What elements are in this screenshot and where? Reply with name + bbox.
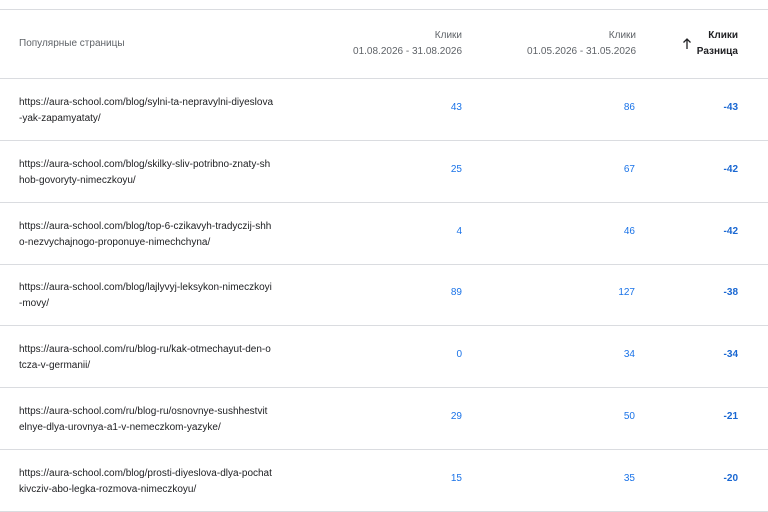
column-header-range: 01.05.2026 - 31.05.2026 [527,46,636,57]
page-url[interactable]: https://aura-school.com/blog/top-6-czika… [19,219,309,251]
page-url-line: https://aura-school.com/blog/top-6-czika… [19,221,272,232]
page-url[interactable]: https://aura-school.com/ru/blog-ru/osnov… [19,404,309,436]
column-header-title: Клики [608,30,636,41]
page-url-line: kivcziv-abo-legka-rozmova-nimeczkoyu/ [19,484,197,495]
table-row[interactable]: https://aura-school.com/blog/prosti-diye… [0,450,768,512]
column-header-clicks-difference[interactable]: Клики Разница [697,28,738,60]
clicks-current-value: 43 [450,102,462,113]
clicks-current-value: 15 [450,473,462,484]
column-header-clicks-current[interactable]: Клики 01.08.2026 - 31.08.2026 [353,28,462,60]
clicks-current-value: 4 [456,226,462,237]
column-header-sub: Разница [696,46,738,57]
column-header-title: Клики [434,30,462,41]
clicks-difference-value: -43 [723,102,738,113]
clicks-difference-value: -42 [723,226,738,237]
page-url-line: o-nezvychajnogo-proponuye-nimechchyna/ [19,237,211,248]
page-url-line: elnye-dlya-urovnya-a1-v-nemeczkom-yazyke… [19,422,221,433]
page-url-line: https://aura-school.com/ru/blog-ru/kak-o… [19,344,271,355]
page-url[interactable]: https://aura-school.com/blog/prosti-diye… [19,466,309,498]
clicks-current-value: 25 [450,164,462,175]
page-url-line: https://aura-school.com/blog/lajlyvyj-le… [19,282,272,293]
table-row[interactable]: https://aura-school.com/ru/blog-ru/osnov… [0,388,768,450]
table-row[interactable]: https://aura-school.com/blog/lajlyvyj-le… [0,264,768,326]
clicks-difference-value: -21 [723,411,738,422]
page-url[interactable]: https://aura-school.com/ru/blog-ru/kak-o… [19,342,309,374]
page-url[interactable]: https://aura-school.com/blog/lajlyvyj-le… [19,280,309,312]
page-url-line: https://aura-school.com/blog/sylni-ta-ne… [19,97,274,108]
clicks-previous-value: 34 [623,349,635,360]
page-url[interactable]: https://aura-school.com/blog/skilky-sliv… [19,157,309,189]
clicks-previous-value: 50 [623,411,635,422]
clicks-previous-value: 86 [623,102,635,113]
table-row[interactable]: https://aura-school.com/blog/skilky-sliv… [0,141,768,203]
clicks-difference-value: -34 [723,349,738,360]
page-url-line: tcza-v-germanii/ [19,360,91,371]
clicks-previous-value: 46 [623,226,635,237]
column-header-clicks-previous[interactable]: Клики 01.05.2026 - 31.05.2026 [527,28,636,60]
page-url-line: hob-govoryty-nimeczkoyu/ [19,175,136,186]
clicks-difference-value: -20 [723,473,738,484]
clicks-difference-value: -42 [723,164,738,175]
column-header-title: Клики [708,30,738,41]
page-url-line: -movy/ [19,298,49,309]
clicks-current-value: 0 [456,349,462,360]
clicks-current-value: 29 [450,411,462,422]
clicks-previous-value: 67 [623,164,635,175]
clicks-previous-value: 35 [623,473,635,484]
column-header-pages[interactable]: Популярные страницы [19,38,125,49]
table-row[interactable]: https://aura-school.com/ru/blog-ru/kak-o… [0,326,768,388]
clicks-difference-value: -38 [723,287,738,298]
sort-arrow-up-icon[interactable] [682,38,692,50]
page-url[interactable]: https://aura-school.com/blog/sylni-ta-ne… [19,95,309,127]
page-url-line: https://aura-school.com/blog/skilky-sliv… [19,159,271,170]
page-url-line: https://aura-school.com/blog/prosti-diye… [19,468,272,479]
clicks-current-value: 89 [450,287,462,298]
page-url-line: https://aura-school.com/ru/blog-ru/osnov… [19,406,268,417]
table-row[interactable]: https://aura-school.com/blog/sylni-ta-ne… [0,79,768,141]
table-header: Популярные страницы Клики 01.08.2026 - 3… [0,10,768,79]
page-url-line: -yak-zapamyataty/ [19,113,101,124]
column-header-range: 01.08.2026 - 31.08.2026 [353,46,462,57]
clicks-previous-value: 127 [618,287,635,298]
table-row[interactable]: https://aura-school.com/blog/top-6-czika… [0,203,768,265]
